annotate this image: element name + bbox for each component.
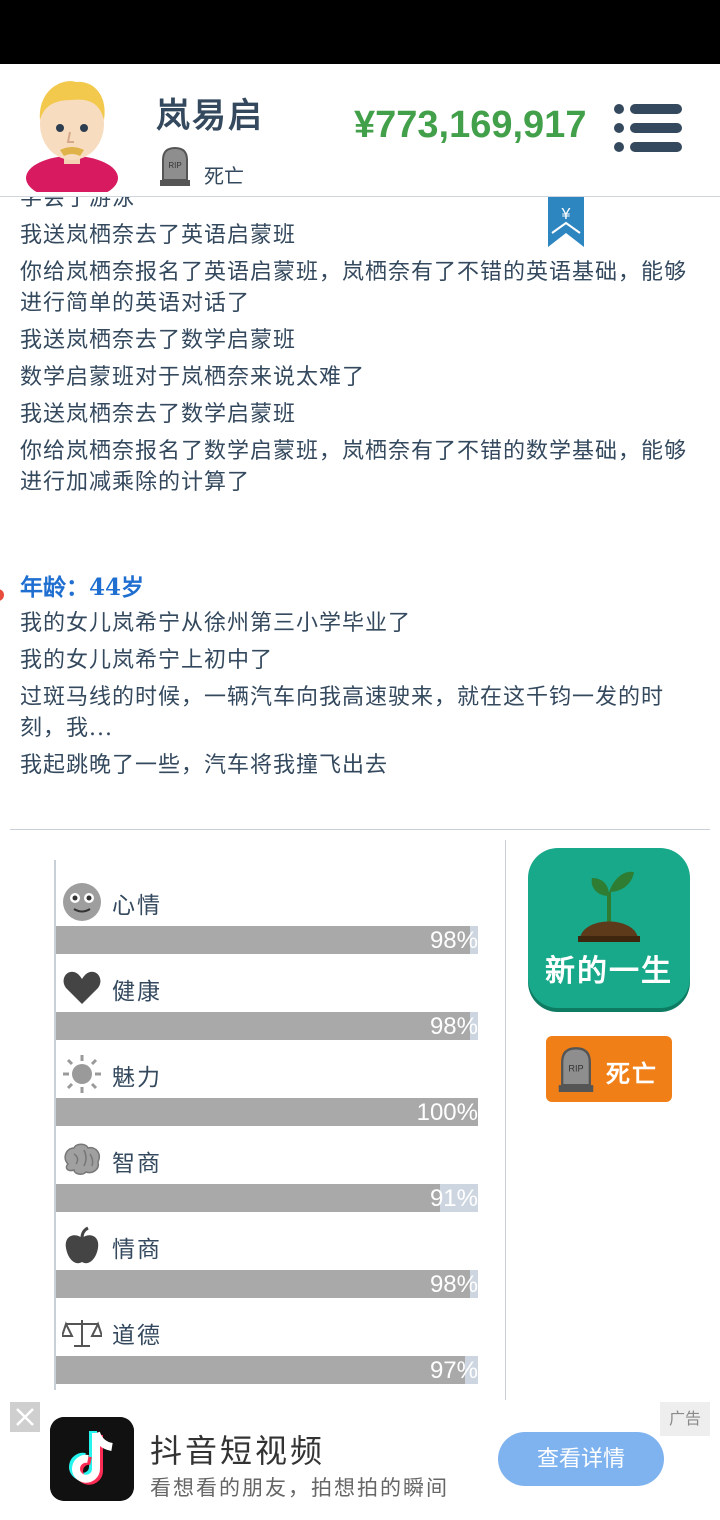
face-icon: [63, 883, 101, 921]
stat-bar: [56, 1184, 478, 1212]
life-status: 死亡: [204, 164, 244, 188]
stat-bar: [56, 1270, 478, 1298]
ad-tag: 广告: [660, 1402, 710, 1436]
stat-value: 100%: [416, 1099, 478, 1126]
stat-fill: [56, 1012, 470, 1040]
stats-panel: 心情 98% 健康 98% 魅力 100% 智商 91% 情商 98% 道德 9…: [54, 860, 480, 1390]
brain-icon: [64, 1143, 100, 1175]
log-line: 我送岚栖奈去了数学启蒙班: [20, 402, 297, 427]
stat-eq: 情商 98%: [56, 1214, 480, 1300]
money-display: ¥773,169,917: [354, 104, 587, 146]
stat-mood: 心情 98%: [56, 870, 480, 956]
tiktok-icon: [50, 1417, 134, 1501]
stat-charm: 魅力 100%: [56, 1042, 480, 1128]
status-bar: [0, 0, 720, 64]
stat-label: 道德: [112, 1323, 162, 1349]
apple-icon: [65, 1226, 99, 1264]
stat-label: 情商: [112, 1237, 162, 1263]
stat-fill: [56, 1184, 441, 1212]
log-line: 我送岚栖奈去了数学启蒙班: [20, 328, 297, 353]
tombstone-icon: RIP: [160, 146, 190, 186]
stat-label: 智商: [112, 1151, 162, 1177]
stat-bar: [56, 1012, 478, 1040]
log-line: 学会了游泳: [20, 197, 136, 211]
stat-fill: [56, 1098, 478, 1126]
stat-morality: 道德 97%: [56, 1300, 480, 1386]
ad-banner[interactable]: 广告 抖音短视频 看想看的朋友，拍想拍的瞬间 查看详情: [0, 1402, 720, 1520]
ad-details-button[interactable]: 查看详情: [498, 1432, 664, 1486]
stat-value: 98%: [429, 1013, 478, 1040]
bookmark-yen-icon[interactable]: ¥: [548, 197, 584, 247]
age-heading: 年龄：44岁: [20, 574, 145, 601]
stat-fill: [56, 1356, 466, 1384]
ad-title: 抖音短视频: [150, 1432, 326, 1470]
stat-bar: [56, 1098, 478, 1126]
stat-fill: [56, 1270, 470, 1298]
vertical-divider: [505, 840, 506, 1400]
stat-value: 98%: [429, 927, 478, 954]
stat-value: 97%: [429, 1357, 478, 1384]
stat-iq: 智商 91%: [56, 1128, 480, 1214]
ad-subtitle: 看想看的朋友，拍想拍的瞬间: [150, 1476, 449, 1500]
stat-label: 健康: [112, 979, 162, 1005]
svg-text:RIP: RIP: [168, 161, 181, 170]
svg-text:RIP: RIP: [568, 1063, 583, 1073]
scale-icon: [62, 1320, 102, 1347]
header: 岚易启 RIP 死亡 ¥773,169,917: [0, 64, 720, 197]
log-line: 过斑马线的时候，一辆汽车向我高速驶来，就在这千钧一发的时刻，我...: [20, 685, 665, 741]
log-line: 我起跳晚了一些，汽车将我撞飞出去: [20, 753, 389, 778]
log-line: 你给岚栖奈报名了英语启蒙班，岚栖奈有了不错的英语基础，能够进行简单的英语对话了: [20, 260, 688, 316]
heart-icon: [63, 971, 101, 1004]
log-line: 数学启蒙班对于岚栖奈来说太难了: [20, 365, 366, 390]
close-icon[interactable]: [10, 1402, 40, 1432]
menu-icon[interactable]: [612, 102, 684, 154]
tombstone-icon: RIP: [558, 1047, 594, 1092]
log-line: 我的女儿岚希宁上初中了: [20, 648, 274, 673]
sun-icon: [63, 1055, 101, 1093]
stat-bar: [56, 926, 478, 954]
new-life-label: 新的一生: [545, 954, 673, 989]
sprout-icon: [578, 871, 640, 942]
stat-value: 91%: [429, 1185, 478, 1212]
stat-value: 98%: [429, 1271, 478, 1298]
svg-text:¥: ¥: [561, 206, 571, 223]
stat-label: 魅力: [112, 1065, 162, 1091]
stat-bar: [56, 1356, 478, 1384]
divider: [10, 829, 710, 830]
death-button[interactable]: RIP 死亡: [546, 1036, 672, 1102]
log-line: 我的女儿岚希宁从徐州第三小学毕业了: [20, 611, 412, 636]
avatar[interactable]: [24, 74, 120, 192]
stat-label: 心情: [112, 893, 162, 919]
log-line: 我送岚栖奈去了英语启蒙班: [20, 223, 297, 248]
event-log[interactable]: 学会了游泳 我送岚栖奈去了英语启蒙班 你给岚栖奈报名了英语启蒙班，岚栖奈有了不错…: [0, 197, 720, 827]
stat-fill: [56, 926, 470, 954]
log-line: 你给岚栖奈报名了数学启蒙班，岚栖奈有了不错的数学基础，能够进行加减乘除的计算了: [20, 439, 688, 495]
new-life-button[interactable]: 新的一生: [528, 848, 690, 1008]
stat-health: 健康 98%: [56, 956, 480, 1042]
player-name: 岚易启: [156, 96, 264, 136]
death-label: 死亡: [606, 1059, 658, 1088]
